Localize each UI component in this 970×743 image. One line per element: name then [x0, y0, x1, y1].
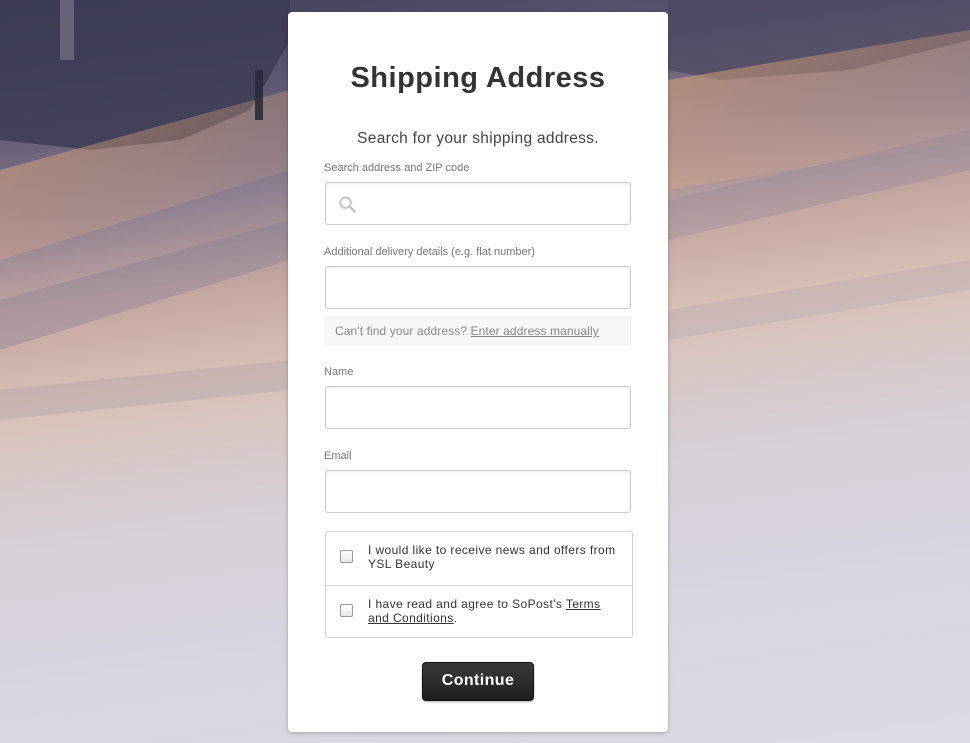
name-input[interactable]: [326, 387, 630, 428]
email-field[interactable]: [325, 470, 631, 513]
terms-consent-suffix: .: [453, 611, 458, 625]
shipping-address-card: Shipping Address Search for your shippin…: [288, 12, 668, 732]
search-address-label: Search address and ZIP code: [324, 162, 470, 174]
email-label: Email: [324, 450, 352, 462]
search-address-input[interactable]: [326, 183, 630, 224]
consent-checkboxes: I would like to receive news and offers …: [325, 531, 633, 638]
terms-consent-prefix: I have read and agree to SoPost's: [368, 597, 563, 611]
delivery-details-label: Additional delivery details (e.g. flat n…: [324, 246, 535, 258]
search-address-field[interactable]: [325, 182, 631, 225]
news-consent-row: I would like to receive news and offers …: [326, 532, 632, 585]
manual-address-prompt: Can't find your address?: [335, 324, 468, 338]
name-field[interactable]: [325, 386, 631, 429]
page-subtitle: Search for your shipping address.: [357, 130, 599, 147]
terms-consent-row: I have read and agree to SoPost's Terms …: [326, 585, 632, 638]
delivery-details-field[interactable]: [325, 266, 631, 309]
terms-consent-checkbox[interactable]: [340, 604, 353, 617]
search-icon: [339, 196, 356, 213]
news-consent-checkbox[interactable]: [340, 550, 353, 563]
name-label: Name: [324, 366, 354, 378]
terms-consent-label: I have read and agree to SoPost's Terms …: [368, 597, 618, 625]
enter-address-manually-link[interactable]: Enter address manually: [471, 324, 599, 338]
manual-address-hint: Can't find your address? Enter address m…: [325, 317, 631, 345]
delivery-details-input[interactable]: [326, 267, 630, 308]
email-input[interactable]: [326, 471, 630, 512]
news-consent-label: I would like to receive news and offers …: [368, 543, 616, 571]
continue-button[interactable]: Continue: [422, 662, 534, 701]
page-title: Shipping Address: [350, 62, 606, 94]
